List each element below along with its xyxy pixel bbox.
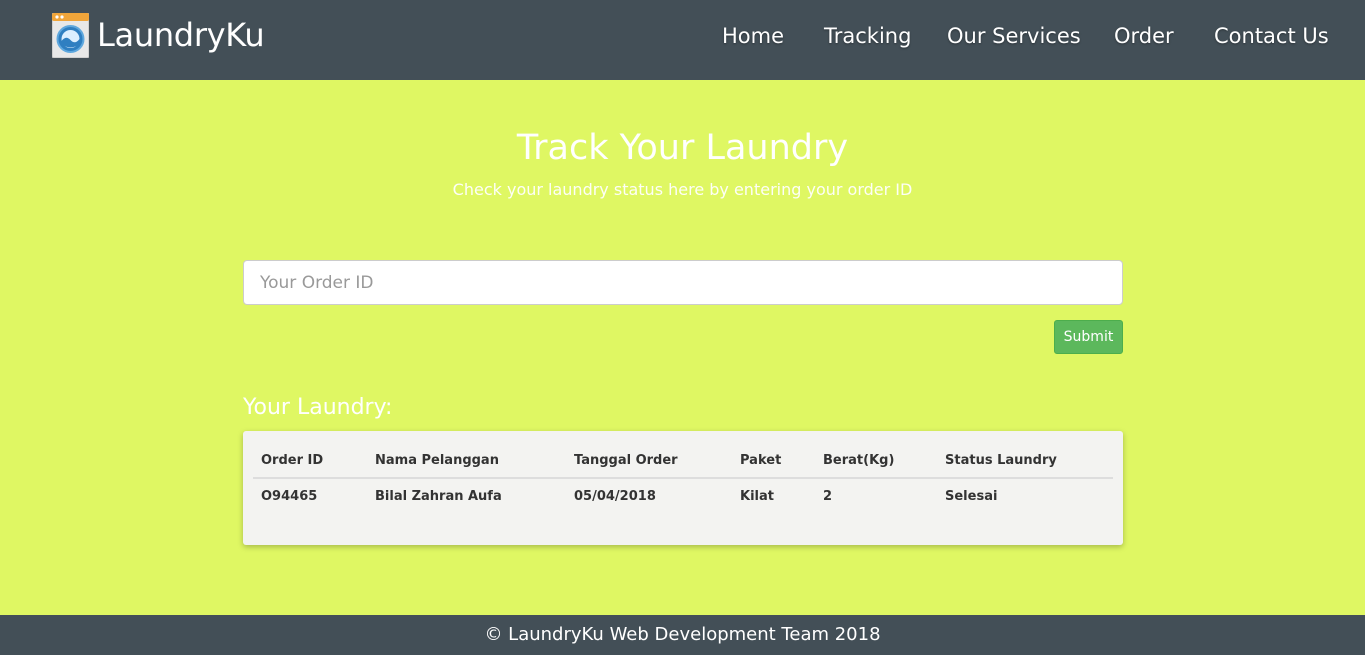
submit-button[interactable]: Submit xyxy=(1054,320,1123,354)
column-header-paket: Paket xyxy=(740,453,782,468)
nav-order[interactable]: Order xyxy=(1114,24,1174,48)
cell-status-laundry: Selesai xyxy=(945,489,998,504)
washing-machine-icon xyxy=(52,12,89,58)
cell-paket: Kilat xyxy=(740,489,774,504)
cell-nama-pelanggan: Bilal Zahran Aufa xyxy=(375,489,502,504)
cell-tanggal-order: 05/04/2018 xyxy=(574,489,656,504)
nav-our-services[interactable]: Our Services xyxy=(947,24,1081,48)
results-title: Your Laundry: xyxy=(243,395,393,420)
order-id-input[interactable] xyxy=(243,260,1123,305)
nav-tracking[interactable]: Tracking xyxy=(824,24,911,48)
brand-link[interactable]: LaundryKu xyxy=(52,12,265,58)
column-header-tanggal-order: Tanggal Order xyxy=(574,453,678,468)
column-header-berat: Berat(Kg) xyxy=(823,453,895,468)
column-header-order-id: Order ID xyxy=(261,453,324,468)
brand-name: LaundryKu xyxy=(97,16,265,54)
laundry-table: Order ID Nama Pelanggan Tanggal Order Pa… xyxy=(243,431,1123,545)
footer-copyright: © LaundryKu Web Development Team 2018 xyxy=(484,624,881,645)
page-title: Track Your Laundry xyxy=(516,128,849,168)
table-row: O94465 Bilal Zahran Aufa 05/04/2018 Kila… xyxy=(253,481,1113,513)
column-header-status-laundry: Status Laundry xyxy=(945,453,1057,468)
column-header-nama-pelanggan: Nama Pelanggan xyxy=(375,453,499,468)
footer: © LaundryKu Web Development Team 2018 xyxy=(0,615,1365,655)
table-header: Order ID Nama Pelanggan Tanggal Order Pa… xyxy=(253,445,1113,479)
page-subtitle: Check your laundry status here by enteri… xyxy=(452,180,913,199)
nav-home[interactable]: Home xyxy=(722,24,784,48)
navbar: LaundryKu Home Tracking Our Services Ord… xyxy=(0,0,1365,80)
cell-order-id: O94465 xyxy=(261,489,318,504)
nav-contact-us[interactable]: Contact Us xyxy=(1214,24,1329,48)
cell-berat: 2 xyxy=(823,489,833,504)
